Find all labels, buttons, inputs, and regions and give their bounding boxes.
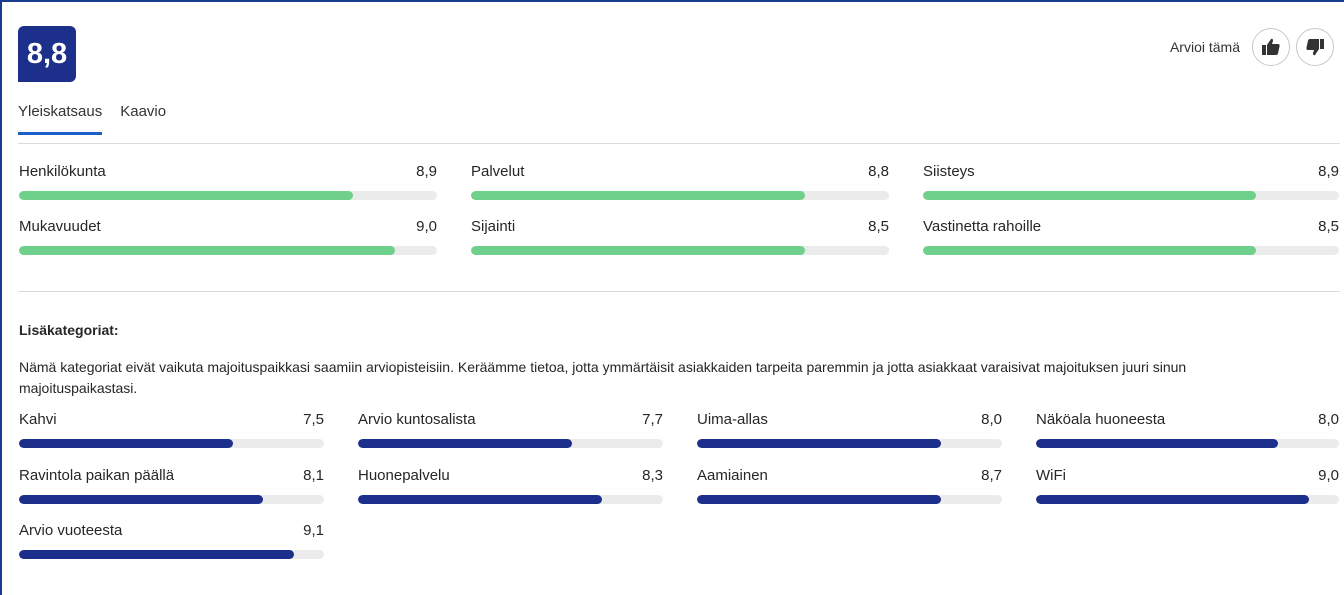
review-tabs: Yleiskatsaus Kaavio <box>18 103 166 135</box>
score-bar-fill <box>1036 495 1309 504</box>
score-bar-fill <box>358 495 602 504</box>
score-bar <box>923 246 1339 255</box>
category-vastinetta-rahoille: Vastinetta rahoille 8,5 <box>923 218 1339 255</box>
category-score: 8,5 <box>868 218 889 235</box>
category-score: 9,1 <box>303 522 324 539</box>
score-bar-fill <box>471 191 806 200</box>
category-label: Mukavuudet <box>19 218 101 235</box>
overall-score-badge: 8,8 <box>18 26 76 82</box>
category-label: Uima-allas <box>697 411 768 428</box>
extra-categories-title: Lisäkategoriat: <box>19 322 119 338</box>
category-mukavuudet: Mukavuudet 9,0 <box>19 218 437 255</box>
score-bar-fill <box>1036 439 1279 448</box>
score-bar <box>19 495 324 504</box>
category-label: Huonepalvelu <box>358 467 450 484</box>
score-bar <box>358 495 663 504</box>
category-score: 9,0 <box>1318 467 1339 484</box>
thumbs-up-icon <box>1262 38 1280 55</box>
thumbs-down-button[interactable] <box>1296 28 1334 66</box>
category-label: Henkilökunta <box>19 163 106 180</box>
score-bar <box>19 191 437 200</box>
category-score: 7,5 <box>303 411 324 428</box>
rate-label: Arvioi tämä <box>1169 39 1240 55</box>
thumbs-up-button[interactable] <box>1252 28 1290 66</box>
category-label: Arvio kuntosalista <box>358 411 476 428</box>
category-score: 9,0 <box>416 218 437 235</box>
category-label: Aamiainen <box>697 467 768 484</box>
score-bar <box>1036 495 1339 504</box>
category-label: Sijainti <box>471 218 516 235</box>
category-label: Kahvi <box>19 411 57 428</box>
extra-categories-description: Nämä kategoriat eivät vaikuta majoituspa… <box>19 359 1187 396</box>
extra-category-vuode: Arvio vuoteesta 9,1 <box>19 522 324 559</box>
category-label: Siisteys <box>923 163 975 180</box>
score-bar-fill <box>471 246 806 255</box>
score-bar-fill <box>923 191 1256 200</box>
score-bar <box>923 191 1339 200</box>
score-bar <box>19 550 324 559</box>
category-label: Palvelut <box>471 163 525 180</box>
extra-category-uima-allas: Uima-allas 8,0 <box>697 411 1002 448</box>
score-bar <box>471 246 889 255</box>
category-label: Ravintola paikan päällä <box>19 467 175 484</box>
section-divider <box>18 291 1340 292</box>
score-bar <box>697 439 1002 448</box>
thumbs-down-icon <box>1306 39 1324 56</box>
category-score: 8,3 <box>642 467 663 484</box>
score-bar-fill <box>19 439 233 448</box>
category-label: Näköala huoneesta <box>1036 411 1166 428</box>
category-score: 8,0 <box>981 411 1002 428</box>
score-bar <box>19 246 437 255</box>
score-bar <box>697 495 1002 504</box>
tab-overview[interactable]: Yleiskatsaus <box>18 103 103 135</box>
category-score: 8,5 <box>1318 218 1339 235</box>
score-bar <box>471 191 889 200</box>
score-bar-fill <box>923 246 1256 255</box>
score-bar-fill <box>19 495 263 504</box>
extra-category-huonepalvelu: Huonepalvelu 8,3 <box>358 467 663 504</box>
category-score: 8,1 <box>303 467 324 484</box>
extra-category-ravintola: Ravintola paikan päällä 8,1 <box>19 467 324 504</box>
score-bar-fill <box>19 246 396 255</box>
tabs-divider <box>18 143 1340 144</box>
category-siisteys: Siisteys 8,9 <box>923 163 1339 200</box>
category-label: Arvio vuoteesta <box>19 522 123 539</box>
category-score: 7,7 <box>642 411 663 428</box>
review-panel <box>0 0 1344 595</box>
score-bar-fill <box>697 439 941 448</box>
category-henkilokunta: Henkilökunta 8,9 <box>19 163 437 200</box>
score-bar-fill <box>358 439 572 448</box>
category-score: 8,9 <box>416 163 437 180</box>
category-score: 8,0 <box>1318 411 1339 428</box>
category-score: 8,8 <box>868 163 889 180</box>
category-sijainti: Sijainti 8,5 <box>471 218 889 255</box>
rate-this-area: Arvioi tämä <box>1170 28 1334 66</box>
score-bar <box>19 439 324 448</box>
score-bar-fill <box>19 191 354 200</box>
category-palvelut: Palvelut 8,8 <box>471 163 889 200</box>
extra-category-aamiainen: Aamiainen 8,7 <box>697 467 1002 504</box>
score-bar <box>358 439 663 448</box>
category-label: WiFi <box>1036 467 1066 484</box>
category-label: Vastinetta rahoille <box>923 218 1042 235</box>
score-bar-fill <box>697 495 941 504</box>
category-score: 8,9 <box>1318 163 1339 180</box>
score-bar-fill <box>19 550 294 559</box>
extra-category-kahvi: Kahvi 7,5 <box>19 411 324 448</box>
tab-chart[interactable]: Kaavio <box>120 103 166 135</box>
extra-category-wifi: WiFi 9,0 <box>1036 467 1339 504</box>
score-bar <box>1036 439 1339 448</box>
extra-category-nakoala: Näköala huoneesta 8,0 <box>1036 411 1339 448</box>
category-score: 8,7 <box>981 467 1002 484</box>
extra-category-kuntosali: Arvio kuntosalista 7,7 <box>358 411 663 448</box>
